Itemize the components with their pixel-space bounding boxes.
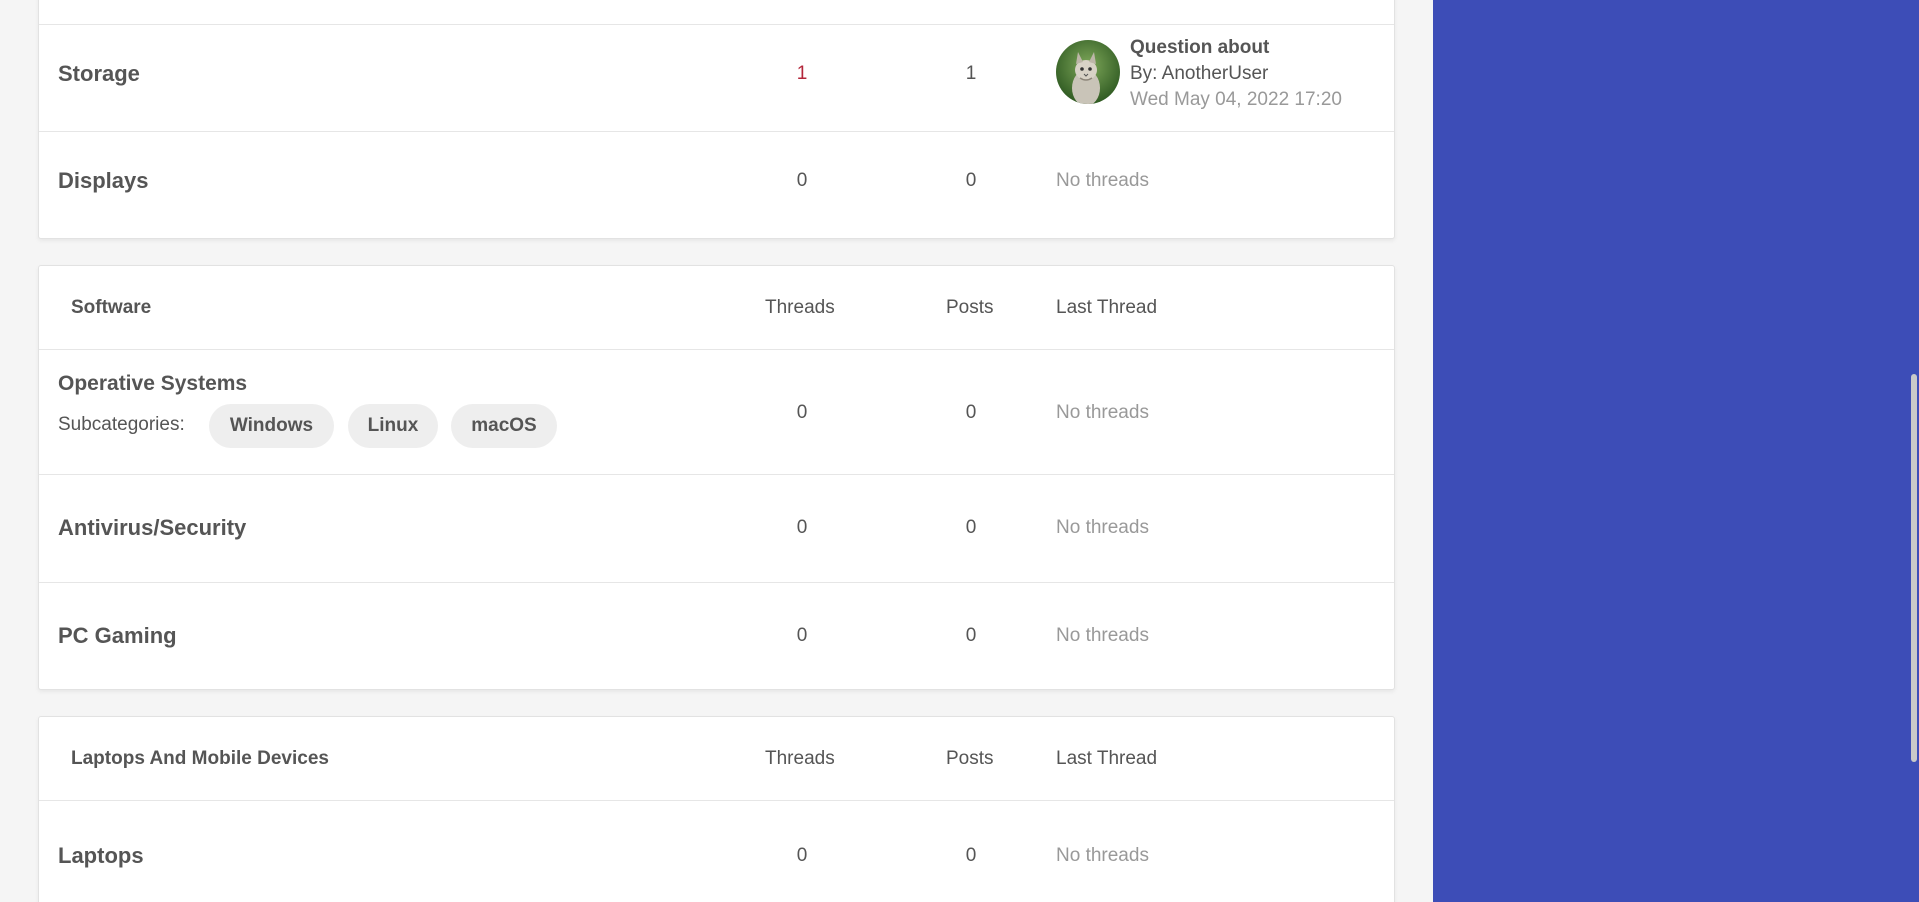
- cat-avatar-icon[interactable]: [1056, 40, 1120, 104]
- category-name[interactable]: Storage: [58, 61, 140, 87]
- last-thread-author[interactable]: By: AnotherUser: [1130, 63, 1268, 85]
- thread-count: 0: [796, 625, 808, 646]
- subcategory-pill-linux[interactable]: Linux: [348, 404, 438, 448]
- threads-column-header: Threads: [765, 748, 835, 769]
- category-name[interactable]: Antivirus/Security: [58, 515, 246, 541]
- right-sidebar-panel: [1433, 0, 1919, 902]
- category-row-laptops[interactable]: Laptops 0 0 No threads: [39, 801, 1394, 902]
- category-row-pc-gaming[interactable]: PC Gaming 0 0 No threads: [39, 583, 1394, 690]
- category-name[interactable]: Displays: [58, 168, 149, 194]
- subcategories-label: Subcategories:: [58, 414, 185, 435]
- category-row-operative-systems[interactable]: Operative Systems Subcategories: Windows…: [39, 350, 1394, 475]
- post-count: 0: [965, 170, 977, 191]
- category-row-displays[interactable]: Displays 0 0 No threads: [39, 132, 1394, 239]
- no-threads-text: No threads: [1056, 845, 1149, 866]
- scrollbar-thumb[interactable]: [1911, 374, 1917, 762]
- post-count: 1: [965, 63, 977, 84]
- category-card-laptops-mobile: Laptops And Mobile Devices Threads Posts…: [38, 716, 1395, 902]
- category-section-title: Laptops And Mobile Devices: [71, 748, 329, 769]
- category-row-partial: [39, 0, 1394, 25]
- thread-count: 0: [796, 845, 808, 866]
- last-thread-column-header: Last Thread: [1056, 297, 1158, 318]
- category-row-antivirus-security[interactable]: Antivirus/Security 0 0 No threads: [39, 475, 1394, 583]
- category-name[interactable]: Laptops: [58, 843, 144, 869]
- no-threads-text: No threads: [1056, 517, 1149, 538]
- thread-count: 0: [796, 402, 808, 423]
- no-threads-text: No threads: [1056, 170, 1149, 191]
- post-count: 0: [965, 845, 977, 866]
- category-row-storage[interactable]: Storage 1 1 Question about By: AnotherUs…: [39, 25, 1394, 132]
- category-card-hardware: Storage 1 1 Question about By: AnotherUs…: [38, 0, 1395, 239]
- post-count: 0: [965, 517, 977, 538]
- forum-main: Storage 1 1 Question about By: AnotherUs…: [0, 0, 1433, 902]
- category-name[interactable]: Operative Systems: [58, 372, 247, 396]
- subcategory-pill-windows[interactable]: Windows: [209, 404, 334, 448]
- no-threads-text: No threads: [1056, 402, 1149, 423]
- category-name[interactable]: PC Gaming: [58, 623, 177, 649]
- last-thread-column-header: Last Thread: [1056, 748, 1158, 769]
- posts-column-header: Posts: [946, 297, 994, 318]
- thread-count: 0: [796, 517, 808, 538]
- post-count: 0: [965, 625, 977, 646]
- thread-count: 0: [796, 170, 808, 191]
- subcategory-pill-macos[interactable]: macOS: [451, 404, 557, 448]
- last-thread-date: Wed May 04, 2022 17:20: [1130, 89, 1342, 110]
- category-card-software: Software Threads Posts Last Thread Opera…: [38, 265, 1395, 690]
- last-thread-title[interactable]: Question about: [1130, 37, 1269, 59]
- no-threads-text: No threads: [1056, 625, 1149, 646]
- thread-count: 1: [796, 63, 808, 84]
- post-count: 0: [965, 402, 977, 423]
- threads-column-header: Threads: [765, 297, 835, 318]
- category-header: Software Threads Posts Last Thread: [39, 266, 1394, 350]
- posts-column-header: Posts: [946, 748, 994, 769]
- page-scrollbar[interactable]: [1909, 0, 1919, 902]
- category-header: Laptops And Mobile Devices Threads Posts…: [39, 717, 1394, 801]
- category-section-title: Software: [71, 297, 152, 318]
